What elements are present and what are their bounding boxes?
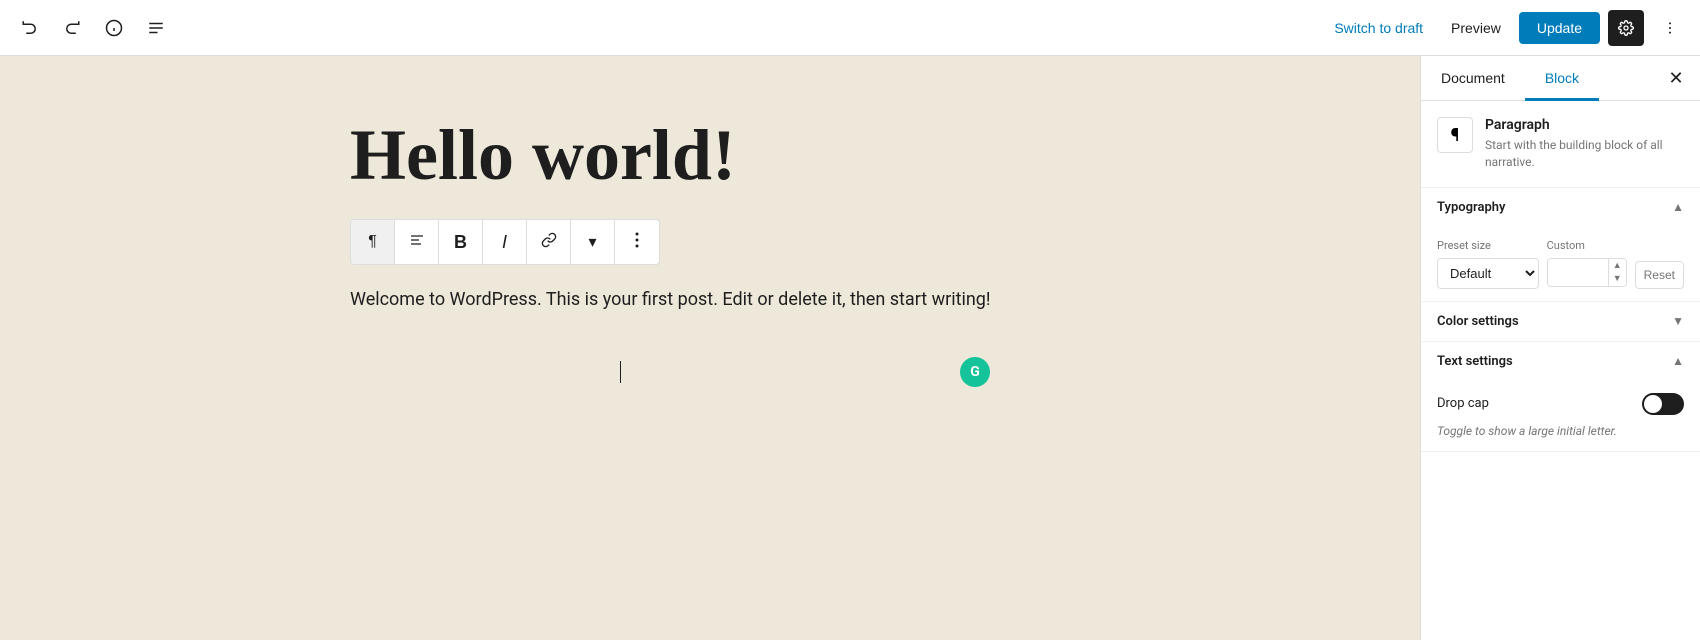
typography-chevron-icon: ▲ [1672,200,1684,214]
more-format-button[interactable]: ▾ [571,220,615,264]
text-settings-section-header[interactable]: Text settings ▲ [1421,342,1700,381]
preset-custom-row: Preset size Default Small Medium Large E… [1437,239,1684,289]
post-body[interactable]: Welcome to WordPress. This is your first… [350,285,1070,316]
number-spinners: ▲ ▼ [1608,259,1626,286]
more-vertical-icon [635,232,639,253]
block-description: Start with the building block of all nar… [1485,137,1684,171]
more-options-button[interactable] [1652,10,1688,46]
typography-title: Typography [1437,200,1506,215]
typography-section-body: Preset size Default Small Medium Large E… [1421,227,1700,301]
drop-cap-row: Drop cap [1437,393,1684,415]
block-name: Paragraph [1485,117,1684,133]
editor-area[interactable]: Hello world! ¶ B I [0,56,1420,640]
main-toolbar: Switch to draft Preview Update [0,0,1700,56]
block-type-icon: ¶ [1437,117,1473,153]
block-options-button[interactable] [615,220,659,264]
text-settings-section: Text settings ▲ Drop cap Toggle to show … [1421,342,1700,453]
editor-content: Hello world! ¶ B I [350,116,1070,600]
right-sidebar: Document Block ✕ ¶ Paragraph Start with … [1420,56,1700,640]
align-icon [409,232,425,253]
chevron-down-icon: ▾ [588,232,596,252]
format-toolbar: ¶ B I ▾ [350,219,660,265]
color-settings-title: Color settings [1437,314,1519,329]
custom-size-control: ▲ ▼ [1547,258,1627,287]
update-button[interactable]: Update [1519,12,1600,44]
close-sidebar-button[interactable]: ✕ [1660,62,1692,94]
sidebar-tabs: Document Block ✕ [1421,56,1700,101]
typography-section-header[interactable]: Typography ▲ [1421,188,1700,227]
link-icon [541,232,557,253]
redo-button[interactable] [54,10,90,46]
tab-document[interactable]: Document [1421,56,1525,100]
paragraph-block-icon: ¶ [1451,125,1460,146]
preview-button[interactable]: Preview [1441,14,1511,42]
block-info: ¶ Paragraph Start with the building bloc… [1421,101,1700,188]
toolbar-left [12,10,174,46]
text-cursor [620,361,621,383]
paragraph-format-button[interactable]: ¶ [351,220,395,264]
block-info-text: Paragraph Start with the building block … [1485,117,1684,171]
list-view-button[interactable] [138,10,174,46]
drop-cap-label: Drop cap [1437,396,1489,411]
preset-size-select[interactable]: Default Small Medium Large Extra Large [1437,258,1539,289]
reset-typography-button[interactable]: Reset [1635,261,1684,289]
text-settings-section-body: Drop cap Toggle to show a large initial … [1421,381,1700,452]
align-button[interactable] [395,220,439,264]
custom-col: Custom ▲ ▼ [1547,239,1627,287]
increment-button[interactable]: ▲ [1609,259,1626,273]
color-settings-section: Color settings ▼ [1421,302,1700,342]
bold-button[interactable]: B [439,220,483,264]
cursor-area[interactable]: G [350,332,1070,412]
toolbar-right: Switch to draft Preview Update [1324,10,1688,46]
switch-to-draft-button[interactable]: Switch to draft [1324,14,1433,42]
italic-button[interactable]: I [483,220,527,264]
color-settings-chevron-icon: ▼ [1672,314,1684,328]
post-title[interactable]: Hello world! [350,116,1070,195]
main-area: Hello world! ¶ B I [0,56,1700,640]
paragraph-icon: ¶ [368,233,377,251]
decrement-button[interactable]: ▼ [1609,272,1626,286]
custom-label: Custom [1547,239,1627,252]
text-settings-title: Text settings [1437,354,1513,369]
drop-cap-toggle[interactable] [1642,393,1684,415]
color-settings-section-header[interactable]: Color settings ▼ [1421,302,1700,341]
link-button[interactable] [527,220,571,264]
text-settings-chevron-icon: ▲ [1672,354,1684,368]
tab-block[interactable]: Block [1525,56,1599,100]
custom-size-input[interactable] [1548,259,1608,286]
undo-button[interactable] [12,10,48,46]
settings-button[interactable] [1608,10,1644,46]
preset-size-label: Preset size [1437,239,1539,252]
info-button[interactable] [96,10,132,46]
typography-section: Typography ▲ Preset size Default Small M… [1421,188,1700,302]
grammarly-badge[interactable]: G [960,357,990,387]
drop-cap-hint: Toggle to show a large initial letter. [1437,423,1684,440]
preset-col: Preset size Default Small Medium Large E… [1437,239,1539,289]
